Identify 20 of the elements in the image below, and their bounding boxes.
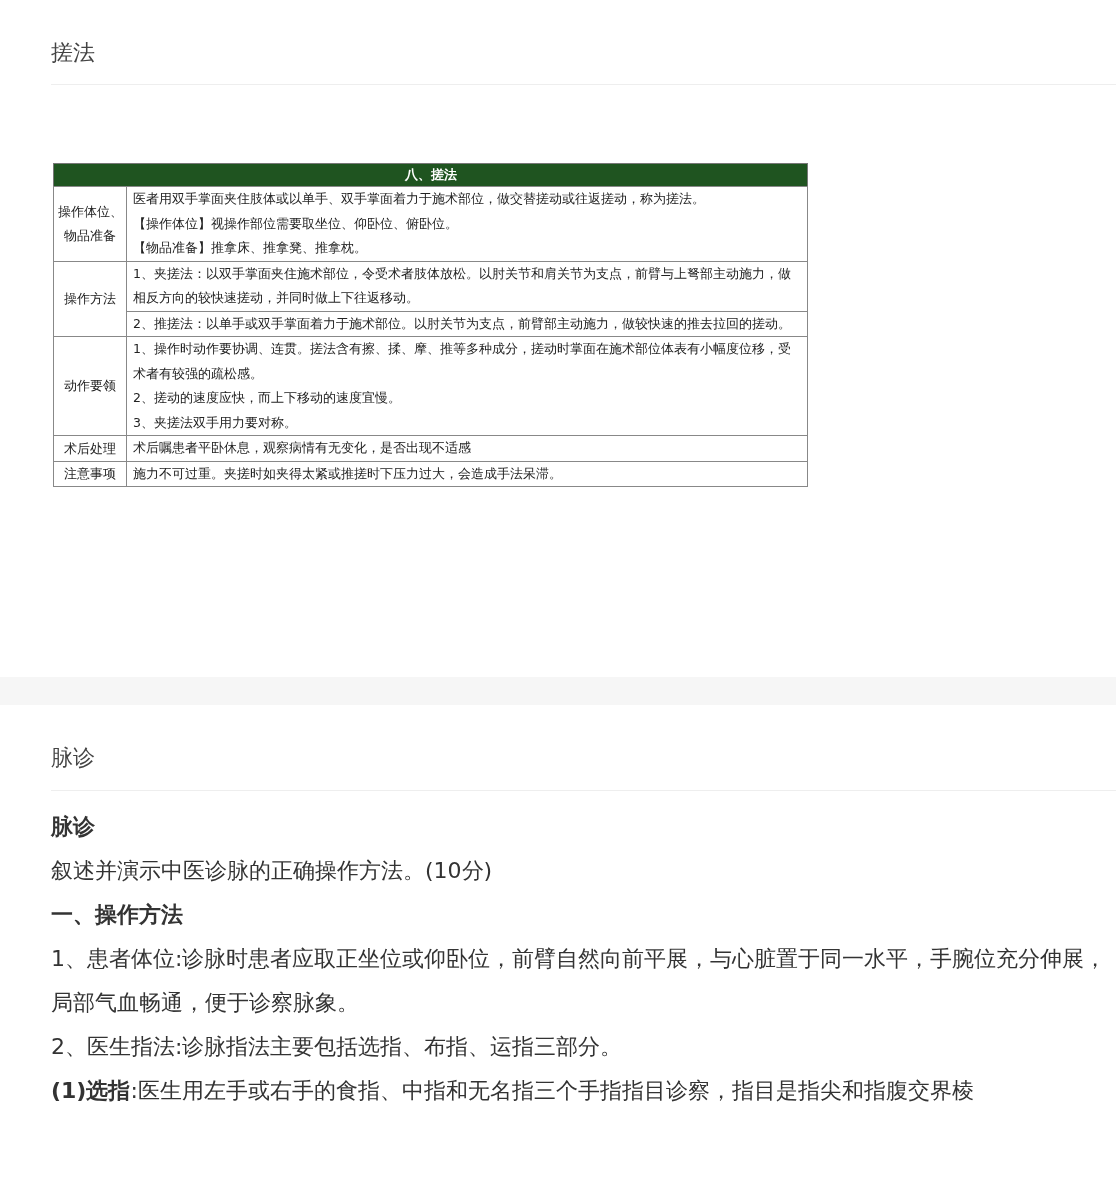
table-cell: 动作要领 <box>53 336 127 436</box>
paragraph: (1)选指:医生用左手或右手的食指、中指和无名指三个手指指目诊察，指目是指尖和指腹交界棱 <box>51 1076 975 1105</box>
subheading: 脉诊 <box>51 812 96 841</box>
table-cell-text: 医者用双手掌面夹住肢体或以单手、双手掌面着力于施术部位，做交替搓动或往返搓动，称为搓法。 【操作体位】视操作部位需要取坐位、仰卧位、俯卧位。 【物品准备】推拿床、推拿凳、推拿枕。 <box>132 190 706 258</box>
table-cell: 2、推搓法：以单手或双手掌面着力于施术部位。以肘关节为支点，前臂部主动施力，做较快速的推去拉回的搓动。 <box>127 310 807 337</box>
table-cell-text: 1、夹搓法：以双手掌面夹住施术部位，令受术者肢体放松。以肘关节和肩关节为支点，前臂与上弩部主动施力，做相反方向的较快速搓动，并同时做上下往返移动。 <box>132 264 792 308</box>
table-cell: 注意事项 <box>53 461 127 487</box>
table-cell: 术后处理 <box>53 435 127 462</box>
subheading: 一、操作方法 <box>51 900 184 929</box>
paragraph: 叙述并演示中医诊脉的正确操作方法。(10分) <box>51 856 494 885</box>
table-cell-text: 施力不可过重。夹搓时如夹得太紧或推搓时下压力过大，会造成手法呆滞。 <box>132 464 563 483</box>
table-cell-text: 1、操作时动作要协调、连贯。搓法含有擦、揉、摩、推等多种成分，搓动时掌面在施术部位体表有小幅度位移，受术者有较强的疏松感。 2、搓动的速度应快，而上下移动的速度宜慢。 3、夹搓法双手用力要对称。 <box>132 340 792 432</box>
table-cell-text: 术后嘱患者平卧休息，观察病情有无变化，是否出现不适感 <box>132 439 472 458</box>
section-title: 脉诊 <box>51 705 1116 791</box>
table-cell: 操作方法 <box>53 261 127 337</box>
section-title: 搓法 <box>51 0 1116 86</box>
table-cell: 操作体位、物品准备 <box>53 186 127 262</box>
paragraph: 1、患者体位:诊脉时患者应取正坐位或仰卧位，前臂自然向前平展，与心脏置于同一水平，手腕位充分伸展，局部气血畅通，便于诊察脉象。 <box>51 944 1108 1017</box>
table-header: 八、搓法 <box>53 163 808 187</box>
paragraph: 2、医生指法:诊脉指法主要包括选指、布指、运指三部分。 <box>51 1032 624 1061</box>
